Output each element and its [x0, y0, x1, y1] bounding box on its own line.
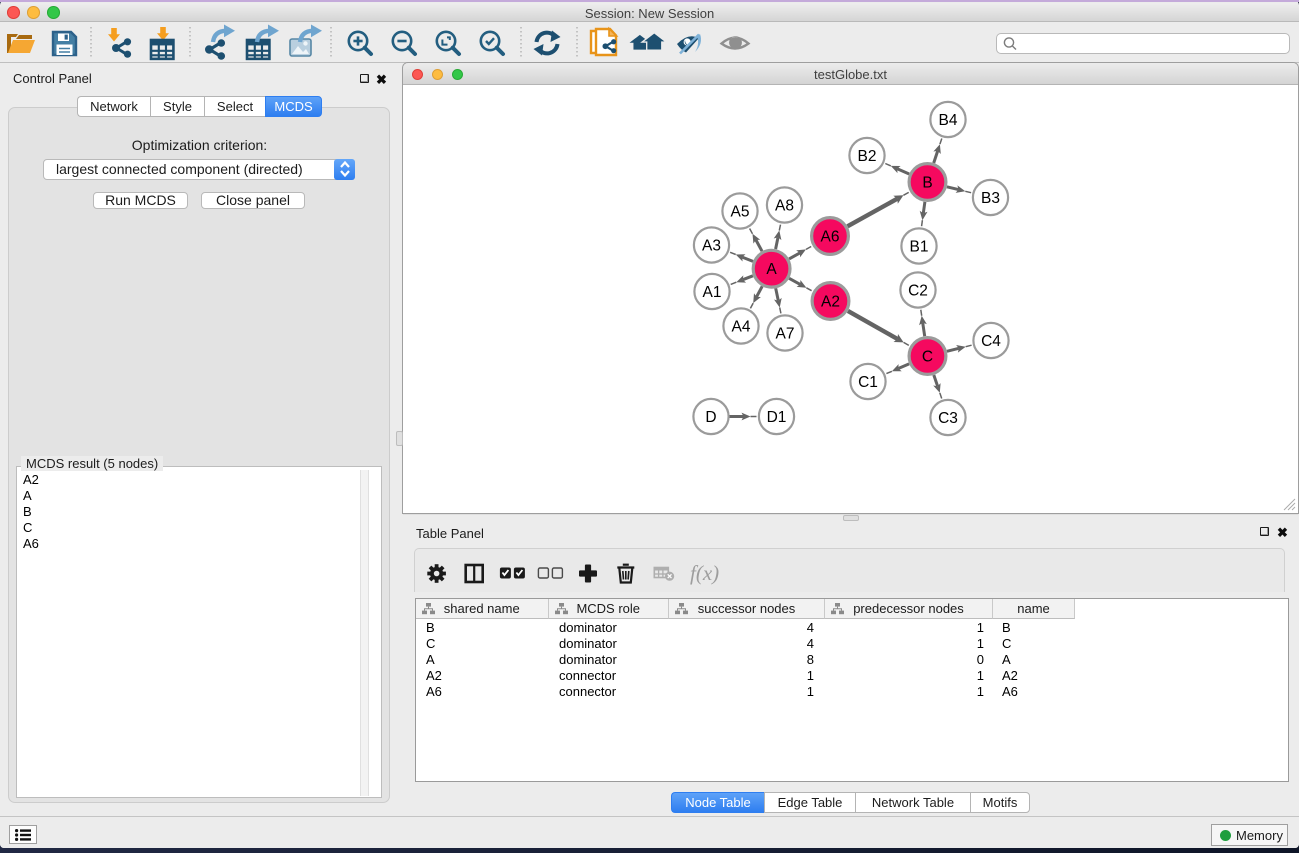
- svg-text:A5: A5: [730, 203, 749, 220]
- svg-text:A7: A7: [775, 325, 794, 342]
- svg-text:A: A: [766, 261, 777, 278]
- svg-text:f(x): f(x): [690, 561, 719, 585]
- svg-text:B2: B2: [857, 148, 876, 165]
- svg-text:C: C: [921, 348, 932, 365]
- svg-text:B1: B1: [909, 238, 928, 255]
- svg-text:A6: A6: [820, 228, 839, 245]
- svg-text:A2: A2: [821, 293, 840, 310]
- svg-text:A1: A1: [702, 284, 721, 301]
- svg-text:A4: A4: [731, 318, 750, 335]
- svg-text:C3: C3: [938, 410, 958, 427]
- svg-text:C2: C2: [908, 282, 928, 299]
- svg-text:B3: B3: [981, 190, 1000, 207]
- svg-text:C1: C1: [858, 374, 878, 391]
- svg-text:A8: A8: [775, 197, 794, 214]
- svg-text:D: D: [705, 409, 716, 426]
- svg-text:B: B: [922, 174, 932, 191]
- svg-text:D1: D1: [766, 409, 786, 426]
- svg-text:C4: C4: [981, 333, 1001, 350]
- svg-text:A3: A3: [702, 237, 721, 254]
- svg-text:B4: B4: [938, 112, 957, 129]
